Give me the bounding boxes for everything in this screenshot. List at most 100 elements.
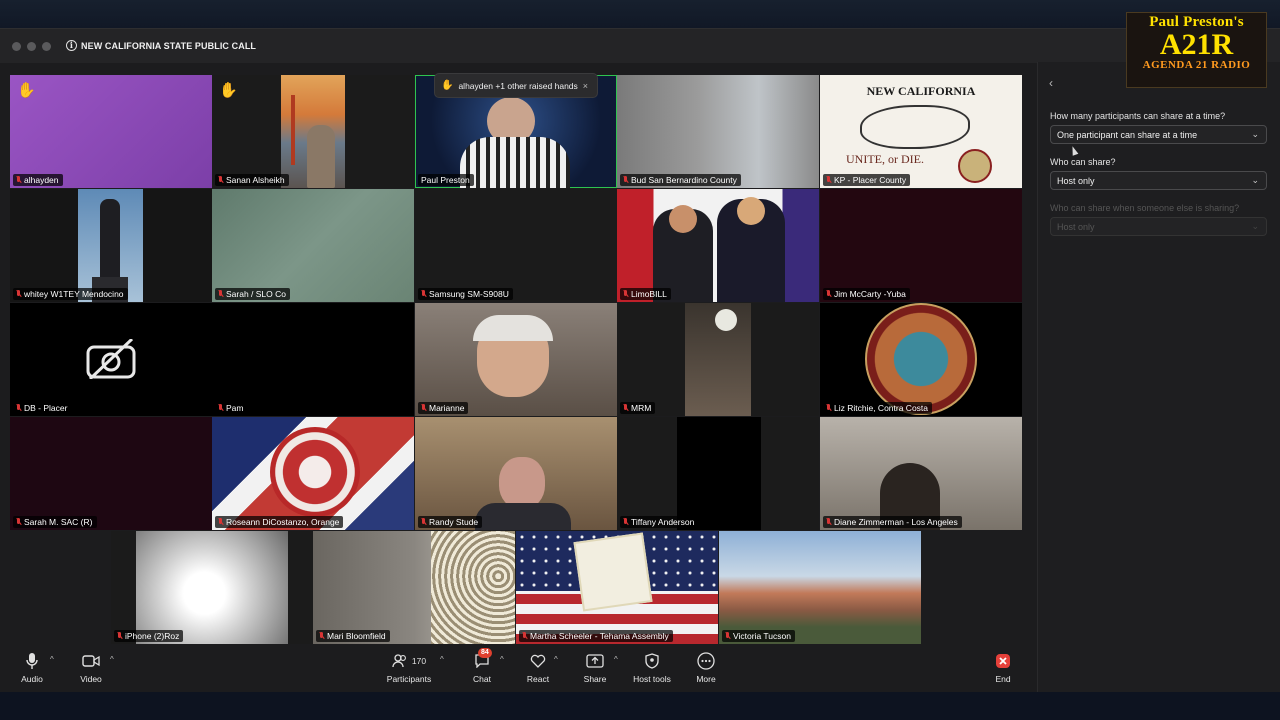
react-options-chevron-icon[interactable]: ^ [554,655,558,664]
lamp-shape [715,309,737,331]
video-tile[interactable]: MRM [617,303,819,416]
raised-hand-icon: ✋ [17,82,36,99]
new-california-heading: NEW CALIFORNIA [866,84,976,98]
chevron-down-icon: ⌄ [1251,129,1259,139]
react-button[interactable]: React [522,650,554,684]
video-tile[interactable]: Roseann DiCostanzo, Orange [212,417,414,530]
video-tile[interactable]: Randy Stude [415,417,617,530]
zoom-window-button[interactable] [42,42,51,51]
heart-icon [522,650,554,672]
participant-name-label: Sanan Alsheikh [215,174,289,186]
raised-hands-notification[interactable]: ✋ alhayden +1 other raised hands × [434,73,598,98]
share-while-sharing-value: Host only [1057,222,1095,232]
video-tile[interactable]: Liz Ritchie, Contra Costa [820,303,1022,416]
end-label: End [995,674,1011,684]
muted-mic-icon [218,176,223,184]
info-icon[interactable]: i [66,40,77,51]
more-button[interactable]: More [690,650,722,684]
video-tile[interactable]: whitey W1TEY Mendocino [10,189,212,302]
hair-shape [473,315,553,341]
video-tile[interactable]: ✋ alhayden [10,75,212,188]
video-tile[interactable]: Tiffany Anderson [617,417,819,530]
muted-mic-icon [16,518,21,526]
close-window-button[interactable] [12,42,21,51]
end-meeting-button[interactable]: End [988,650,1018,684]
video-camera-icon [72,650,110,672]
chat-button[interactable]: 84 Chat [466,648,498,684]
chat-label: Chat [473,674,491,684]
muted-mic-icon [826,176,831,184]
video-tile[interactable]: NEW CALIFORNIA UNITE, or DIE. KP - Place… [820,75,1022,188]
video-tile[interactable]: Pam [212,303,414,416]
video-tile[interactable]: LimoBILL [617,189,819,302]
back-chevron-icon[interactable]: ‹ [1049,76,1053,90]
share-count-value: One participant can share at a time [1057,130,1198,140]
chat-options-chevron-icon[interactable]: ^ [500,655,504,664]
more-icon [690,650,722,672]
video-tile[interactable]: ✋ Sanan Alsheikh [212,75,414,188]
raised-hands-text: alhayden +1 other raised hands [458,80,578,91]
snake-graphic [860,105,970,149]
audio-options-chevron-icon[interactable]: ^ [50,655,54,664]
muted-mic-icon [623,404,628,412]
video-tile[interactable]: Martha Scheeler - Tehama Assembly [516,531,718,644]
muted-mic-icon [16,176,21,184]
participant-video-frame [136,531,288,644]
host-tools-button[interactable]: Host tools [628,650,676,684]
close-icon[interactable]: × [583,81,588,91]
participant-name-label: KP - Placer County [823,174,911,186]
video-tile[interactable]: iPhone (2)Roz [111,531,313,644]
minimize-window-button[interactable] [27,42,36,51]
rose-flag-shape [270,427,360,517]
video-button[interactable]: Video [72,650,110,684]
share-count-select[interactable]: One participant can share at a time ⌄ [1050,125,1267,144]
video-tile[interactable]: Victoria Tucson [719,531,921,644]
chat-icon: 84 [466,648,498,672]
video-tile[interactable]: Samsung SM-S908U [415,189,617,302]
muted-mic-icon [117,632,122,640]
muted-mic-icon [16,290,21,298]
meeting-title[interactable]: i NEW CALIFORNIA STATE PUBLIC CALL [66,40,256,51]
react-label: React [526,674,550,684]
video-tile[interactable]: Sarah / SLO Co [212,189,414,302]
participant-name-label: Martha Scheeler - Tehama Assembly [519,630,673,642]
muted-mic-icon [319,632,324,640]
muted-mic-icon [725,632,730,640]
participants-count: 170 [411,656,427,666]
video-options-chevron-icon[interactable]: ^ [110,655,114,664]
participant-name-label: MRM [620,402,656,414]
shield-icon [628,650,676,672]
participant-name-label: Randy Stude [418,516,483,528]
participant-name-label: Sarah M. SAC (R) [13,516,97,528]
video-tile[interactable]: Bud San Bernardino County [617,75,819,188]
chat-unread-badge: 84 [478,648,492,658]
muted-mic-icon [623,176,628,184]
share-options-chevron-icon[interactable]: ^ [614,655,618,664]
muted-mic-icon [16,404,21,412]
chevron-down-icon: ⌄ [1251,175,1259,185]
video-tile[interactable]: Marianne [415,303,617,416]
logo-line-2: A21R [1159,28,1234,61]
face-shape [499,457,545,509]
audio-label: Audio [21,674,43,684]
participants-button[interactable]: 170 Participants [382,650,436,684]
participants-options-chevron-icon[interactable]: ^ [440,655,444,664]
shirt-shape [475,503,571,530]
audio-button[interactable]: Audio [14,650,50,684]
video-tile[interactable]: DB - Placer [10,303,212,416]
camera-off-icon [86,337,136,381]
person-shape [307,125,335,188]
video-tile[interactable]: Mari Bloomfield [313,531,515,644]
video-tile[interactable]: Jim McCarty -Yuba [820,189,1022,302]
video-tile[interactable]: Diane Zimmerman - Los Angeles [820,417,1022,530]
statue-shape [100,199,120,279]
participant-name-label: alhayden [13,174,63,186]
share-button[interactable]: Share [578,650,612,684]
bear-seal-icon [958,149,992,183]
share-screen-icon [578,650,612,672]
participant-name-label: Marianne [418,402,469,414]
participant-name-label: Samsung SM-S908U [418,288,513,300]
muted-mic-icon [421,290,426,298]
video-tile[interactable]: Sarah M. SAC (R) [10,417,212,530]
who-can-share-select[interactable]: Host only ⌄ [1050,171,1267,190]
